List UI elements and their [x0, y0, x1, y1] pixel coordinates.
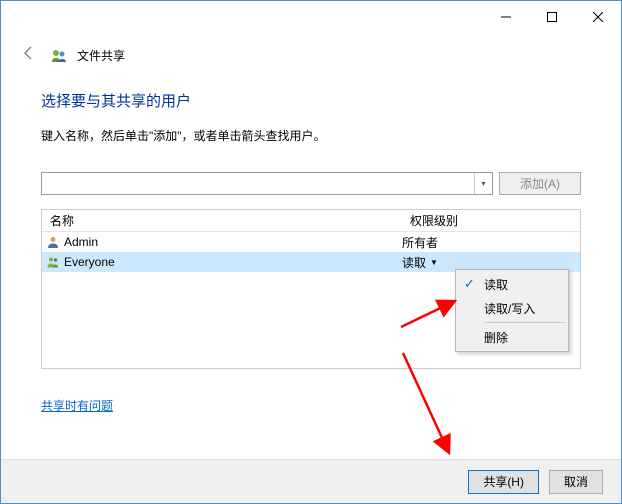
table-row[interactable]: Admin 所有者	[42, 232, 580, 252]
titlebar	[1, 1, 621, 33]
instruction-text: 键入名称，然后单击"添加"，或者单击箭头查找用户。	[41, 127, 581, 144]
maximize-button[interactable]	[529, 1, 575, 33]
page-heading: 选择要与其共享的用户	[41, 90, 581, 111]
col-permission[interactable]: 权限级别	[402, 212, 580, 229]
add-button[interactable]: 添加(A)	[499, 172, 581, 195]
menu-item-read[interactable]: ✓ 读取	[458, 272, 566, 296]
close-button[interactable]	[575, 1, 621, 33]
menu-item-remove[interactable]: 删除	[458, 325, 566, 349]
user-input[interactable]	[42, 173, 474, 194]
menu-separator	[484, 322, 566, 323]
share-button[interactable]: 共享(H)	[468, 470, 539, 494]
content-area: 选择要与其共享的用户 键入名称，然后单击"添加"，或者单击箭头查找用户。 ▾ 添…	[1, 82, 621, 414]
row-permission: 所有者	[402, 234, 578, 251]
cancel-button[interactable]: 取消	[549, 470, 603, 494]
dropdown-triangle-icon[interactable]: ▼	[430, 258, 438, 267]
menu-item-read-write[interactable]: 读取/写入	[458, 296, 566, 320]
header: 文件共享	[1, 33, 621, 82]
user-combo[interactable]: ▾	[41, 172, 493, 195]
user-icon	[44, 235, 62, 249]
minimize-button[interactable]	[483, 1, 529, 33]
permission-context-menu: ✓ 读取 读取/写入 删除	[455, 269, 569, 352]
footer: 共享(H) 取消	[1, 459, 621, 503]
table-header: 名称 权限级别	[42, 210, 580, 232]
row-name: Everyone	[62, 255, 402, 269]
group-icon	[44, 255, 62, 269]
help-link[interactable]: 共享时有问题	[41, 397, 113, 414]
window-title: 文件共享	[77, 47, 125, 64]
col-name[interactable]: 名称	[42, 212, 402, 229]
check-icon: ✓	[464, 276, 484, 292]
back-arrow-icon[interactable]	[17, 41, 41, 70]
row-permission[interactable]: 读取 ▼	[402, 254, 578, 271]
add-user-row: ▾ 添加(A)	[41, 172, 581, 195]
chevron-down-icon[interactable]: ▾	[474, 173, 492, 194]
row-name: Admin	[62, 235, 402, 249]
file-share-icon	[51, 48, 67, 64]
